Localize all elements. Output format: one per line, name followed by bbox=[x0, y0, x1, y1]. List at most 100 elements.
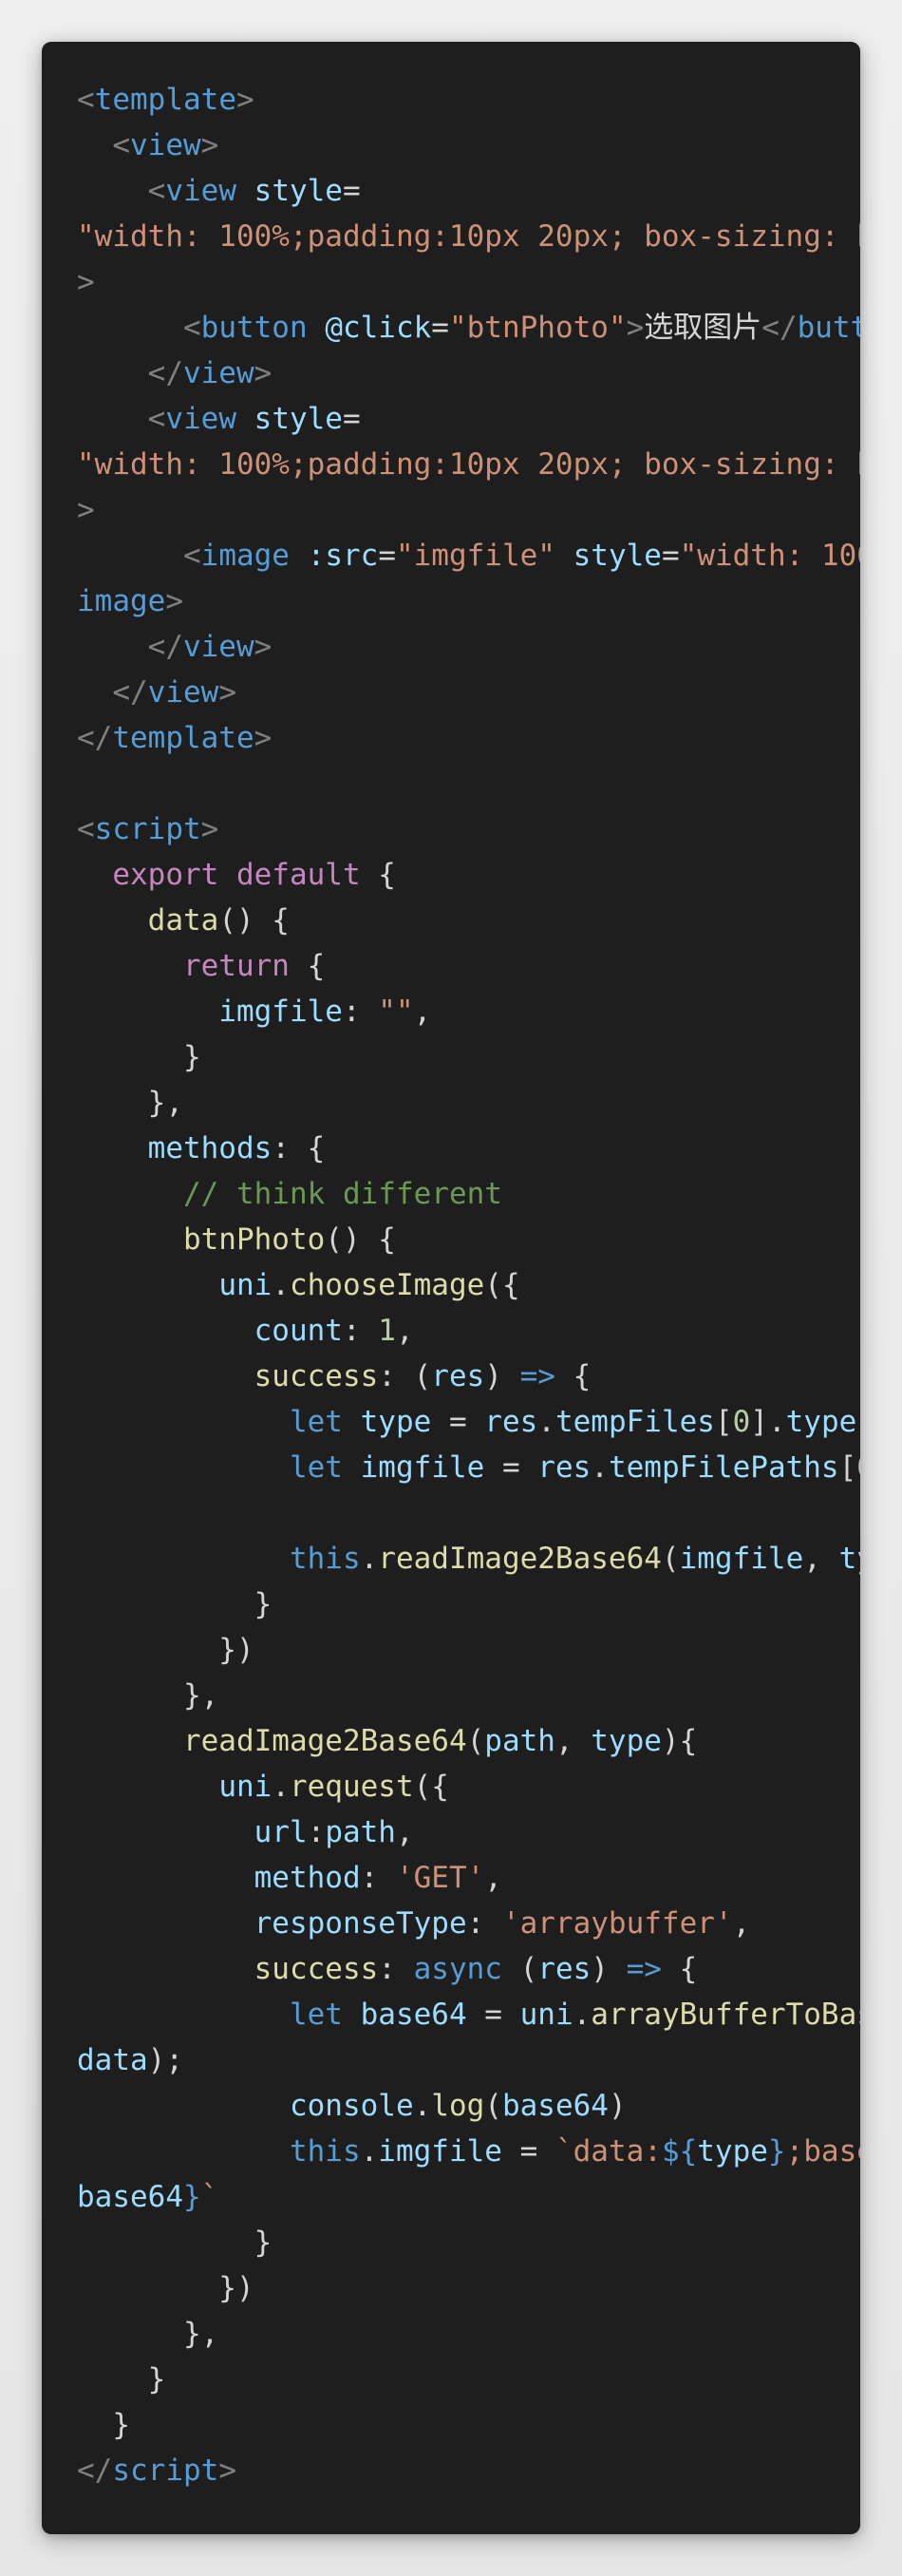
code-token: </ bbox=[761, 311, 798, 345]
code-token: res bbox=[431, 1359, 485, 1393]
code-token: @click bbox=[325, 311, 432, 345]
code-token: = bbox=[661, 539, 680, 573]
code-token: ( bbox=[661, 1542, 680, 1576]
code-token: path bbox=[484, 1724, 555, 1758]
code-token: btnPhoto bbox=[182, 1222, 326, 1257]
code-token: = bbox=[484, 1450, 538, 1485]
code-token: imgfile bbox=[360, 1450, 485, 1485]
code-token: :src bbox=[307, 539, 379, 573]
code-token: }, bbox=[77, 1086, 183, 1120]
code-line: let imgfile = res.tempFilePaths[0]; bbox=[77, 1445, 860, 1490]
code-token: < bbox=[112, 128, 130, 162]
code-token: type bbox=[697, 2134, 768, 2169]
code-token: } bbox=[767, 2134, 786, 2169]
code-token: > bbox=[218, 675, 236, 710]
code-token: 'GET' bbox=[395, 1861, 485, 1895]
code-token: { bbox=[661, 1952, 698, 1986]
code-token: > bbox=[218, 2453, 236, 2488]
code-token: base64 bbox=[360, 1998, 467, 2032]
code-line: this.readImage2Base64(imgfile, type); bbox=[77, 1536, 860, 1582]
code-line: <image :src="imgfile" style="width: 100%… bbox=[77, 533, 860, 578]
code-line: } bbox=[77, 1034, 860, 1080]
code-token: , bbox=[803, 1542, 839, 1576]
code-token: 选取图片 bbox=[644, 311, 762, 345]
code-token: 0 bbox=[732, 1405, 751, 1439]
code-token: > bbox=[200, 128, 219, 162]
code-token: `data: bbox=[554, 2134, 662, 2169]
code-token: imgfile bbox=[378, 2134, 502, 2169]
code-token: : ( bbox=[378, 1359, 432, 1393]
code-token: // think different bbox=[182, 1177, 502, 1211]
code-line: success: (res) => { bbox=[77, 1354, 860, 1399]
code-token: type bbox=[785, 1405, 857, 1439]
code-line: let type = res.tempFiles[0].type; bbox=[77, 1399, 860, 1445]
code-token: ; bbox=[856, 1405, 860, 1439]
code-token: > bbox=[254, 721, 272, 755]
code-line: }, bbox=[77, 1080, 860, 1126]
code-token: < bbox=[147, 402, 166, 436]
code-token: . bbox=[413, 2089, 432, 2123]
code-token: }) bbox=[77, 2271, 254, 2305]
code-token: res bbox=[484, 1405, 538, 1439]
code-token: tempFilePaths bbox=[608, 1450, 839, 1485]
code-token: type bbox=[591, 1724, 662, 1758]
code-token: button bbox=[797, 311, 860, 345]
code-token: { bbox=[289, 949, 326, 983]
code-token: }, bbox=[77, 2317, 219, 2351]
code-token: ( bbox=[501, 1952, 538, 1986]
code-token: : bbox=[342, 1314, 379, 1348]
code-token: view bbox=[147, 675, 219, 710]
code-token: template bbox=[112, 721, 254, 755]
code-token: > bbox=[235, 83, 254, 117]
code-line: </view> bbox=[77, 670, 860, 715]
code-token: ) bbox=[591, 1952, 627, 1986]
code-token: { bbox=[360, 858, 396, 892]
code-token: success bbox=[254, 1952, 379, 1986]
code-token: < bbox=[147, 174, 166, 208]
code-line: } bbox=[77, 2220, 860, 2265]
code-token: responseType bbox=[254, 1906, 467, 1941]
code-token: res bbox=[537, 1952, 592, 1986]
code-line: ​ bbox=[77, 761, 860, 806]
code-token: async bbox=[413, 1952, 502, 1986]
page-background: <template> <view> <view style= "width: 10… bbox=[0, 0, 902, 2576]
code-token: > bbox=[254, 356, 272, 390]
code-token: </ bbox=[147, 630, 183, 664]
code-token: : bbox=[307, 1815, 326, 1849]
code-token: ); bbox=[147, 2043, 183, 2077]
code-line: } bbox=[77, 1582, 860, 1627]
code-line: uni.chooseImage({ bbox=[77, 1262, 860, 1308]
code-line: responseType: 'arraybuffer', bbox=[77, 1901, 860, 1946]
code-token: imgfile bbox=[679, 1542, 804, 1576]
code-token: { bbox=[554, 1359, 592, 1393]
code-token: = bbox=[378, 539, 396, 573]
code-token: : bbox=[342, 994, 379, 1029]
code-token: } bbox=[77, 2362, 166, 2396]
code-token: style bbox=[254, 174, 343, 208]
code-line: base64}` bbox=[77, 2174, 860, 2220]
code-token: ) bbox=[484, 1359, 520, 1393]
code-token: : { bbox=[272, 1131, 326, 1165]
code-token: } bbox=[77, 1587, 272, 1621]
code-token: type bbox=[838, 1542, 860, 1576]
code-token: < bbox=[77, 812, 95, 846]
code-token: type bbox=[360, 1405, 432, 1439]
code-token: count bbox=[254, 1314, 343, 1348]
code-token: = bbox=[431, 311, 449, 345]
code-line: <button @click="btnPhoto">选取图片</button> bbox=[77, 305, 860, 350]
